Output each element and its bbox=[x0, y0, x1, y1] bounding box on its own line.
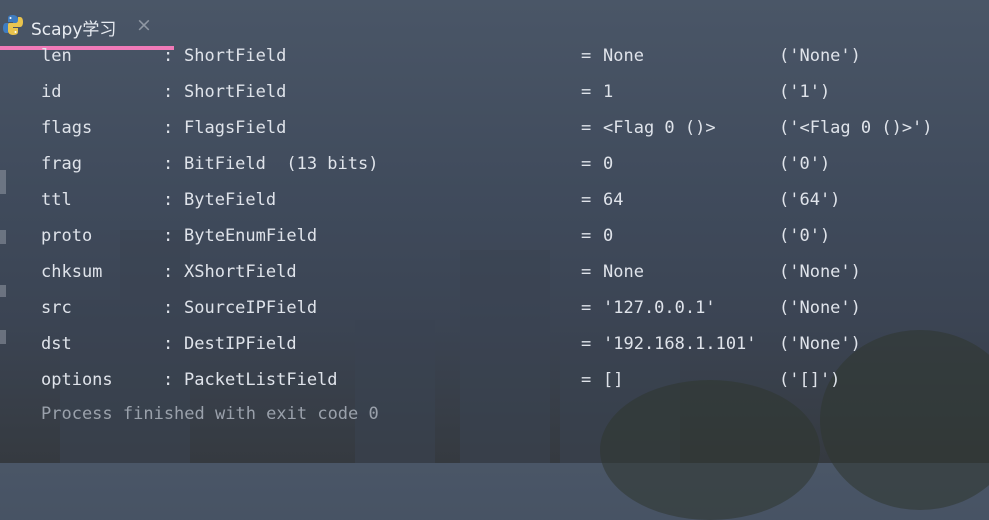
field-value: 0 bbox=[603, 154, 614, 174]
console-line: frag: BitField (13 bits) = 0 ('0') bbox=[0, 154, 989, 174]
colon: : bbox=[163, 226, 174, 246]
field-value: 64 bbox=[603, 190, 624, 210]
close-icon[interactable]: × bbox=[136, 14, 152, 36]
field-type: FlagsField bbox=[184, 118, 287, 138]
equals: = bbox=[581, 46, 592, 66]
field-type: ShortField bbox=[184, 82, 287, 102]
field-type: ShortField bbox=[184, 46, 287, 66]
field-name: proto bbox=[41, 226, 93, 246]
field-value: <Flag 0 ()> bbox=[603, 118, 716, 138]
field-default: ('<Flag 0 ()>') bbox=[779, 118, 933, 138]
field-type: ByteField bbox=[184, 190, 277, 210]
editor-tab-bar: Scapy学习 × bbox=[0, 0, 989, 50]
field-value: 0 bbox=[603, 226, 614, 246]
field-default: ('1') bbox=[779, 82, 831, 102]
field-value: '127.0.0.1' bbox=[603, 298, 716, 318]
field-value: [] bbox=[603, 370, 624, 390]
tab-title: Scapy学习 bbox=[31, 20, 117, 40]
console-line: dst: DestIPField = '192.168.1.101' ('None') bbox=[0, 334, 989, 354]
field-default: ('0') bbox=[779, 154, 831, 174]
field-name: dst bbox=[41, 334, 72, 354]
exit-message: Process finished with exit code 0 bbox=[41, 404, 379, 424]
tab-scapy[interactable]: Scapy学习 × bbox=[0, 6, 172, 44]
colon: : bbox=[163, 82, 174, 102]
colon: : bbox=[163, 190, 174, 210]
colon: : bbox=[163, 154, 174, 174]
field-name: frag bbox=[41, 154, 82, 174]
field-name: len bbox=[41, 46, 72, 66]
equals: = bbox=[581, 226, 592, 246]
colon: : bbox=[163, 46, 174, 66]
field-default: ('None') bbox=[779, 298, 861, 318]
field-default: ('0') bbox=[779, 226, 831, 246]
console-line: proto: ByteEnumField = 0 ('0') bbox=[0, 226, 989, 246]
equals: = bbox=[581, 262, 592, 282]
field-value: None bbox=[603, 262, 644, 282]
equals: = bbox=[581, 298, 592, 318]
field-type: BitField (13 bits) bbox=[184, 154, 379, 174]
console-line: flags: FlagsField = <Flag 0 ()> ('<Flag 0 ()… bbox=[0, 118, 989, 138]
field-name: options bbox=[41, 370, 113, 390]
field-type: SourceIPField bbox=[184, 298, 318, 318]
colon: : bbox=[163, 118, 174, 138]
console-line: options: PacketListField = [] ('[]') bbox=[0, 370, 989, 390]
field-name: id bbox=[41, 82, 62, 102]
field-type: ByteEnumField bbox=[184, 226, 318, 246]
colon: : bbox=[163, 262, 174, 282]
colon: : bbox=[163, 298, 174, 318]
equals: = bbox=[581, 370, 592, 390]
console-line: ttl: ByteField = 64 ('64') bbox=[0, 190, 989, 210]
console-line: src: SourceIPField = '127.0.0.1' ('None') bbox=[0, 298, 989, 318]
python-icon bbox=[2, 14, 24, 36]
field-default: ('None') bbox=[779, 334, 861, 354]
field-value: 1 bbox=[603, 82, 614, 102]
console-line: id: ShortField = 1 ('1') bbox=[0, 82, 989, 102]
field-value: '192.168.1.101' bbox=[603, 334, 757, 354]
field-value: None bbox=[603, 46, 644, 66]
equals: = bbox=[581, 154, 592, 174]
colon: : bbox=[163, 370, 174, 390]
equals: = bbox=[581, 334, 592, 354]
field-default: ('[]') bbox=[779, 370, 841, 390]
colon: : bbox=[163, 334, 174, 354]
equals: = bbox=[581, 118, 592, 138]
field-type: DestIPField bbox=[184, 334, 297, 354]
equals: = bbox=[581, 190, 592, 210]
field-type: PacketListField bbox=[184, 370, 338, 390]
field-type: XShortField bbox=[184, 262, 297, 282]
field-default: ('64') bbox=[779, 190, 841, 210]
equals: = bbox=[581, 82, 592, 102]
field-name: flags bbox=[41, 118, 93, 138]
console-line: len: ShortField = None ('None') bbox=[0, 46, 989, 66]
field-default: ('None') bbox=[779, 262, 861, 282]
field-name: chksum bbox=[41, 262, 103, 282]
field-name: ttl bbox=[41, 190, 72, 210]
field-name: src bbox=[41, 298, 72, 318]
console-line: chksum: XShortField = None ('None') bbox=[0, 262, 989, 282]
field-default: ('None') bbox=[779, 46, 861, 66]
